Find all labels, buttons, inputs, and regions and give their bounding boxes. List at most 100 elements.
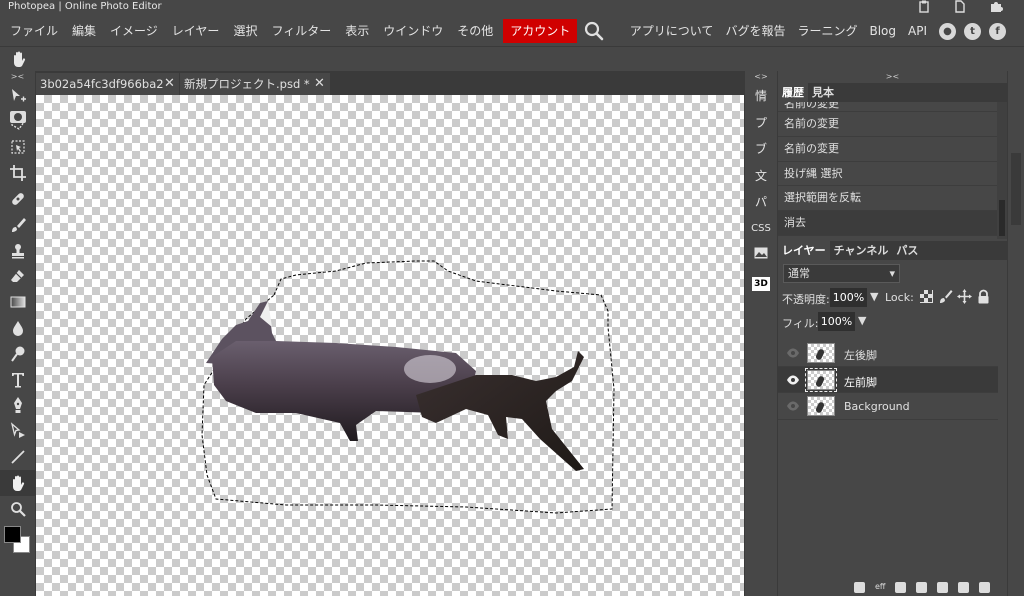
- menu-window[interactable]: ウインドウ: [376, 19, 450, 43]
- history-scrollbar[interactable]: [997, 102, 1007, 239]
- tab-channels[interactable]: チャンネル: [830, 241, 893, 260]
- line-tool[interactable]: [0, 444, 36, 470]
- lock-all-icon[interactable]: [976, 289, 991, 304]
- lock-position-icon[interactable]: [957, 289, 972, 304]
- eye-icon[interactable]: [786, 373, 800, 387]
- menu-view[interactable]: 表示: [338, 19, 376, 43]
- history-item[interactable]: 名前の変更: [778, 102, 1007, 112]
- account-button[interactable]: アカウント: [503, 19, 578, 43]
- menu-layer[interactable]: レイヤー: [165, 19, 227, 43]
- history-item-current[interactable]: 消去: [778, 211, 1007, 236]
- 3d-panel-button[interactable]: 3D: [745, 269, 777, 296]
- left-toolbar: ><: [0, 71, 36, 596]
- search-icon[interactable]: [583, 20, 605, 42]
- menu-learning[interactable]: ラーニング: [791, 19, 863, 43]
- properties-panel-button[interactable]: プ: [745, 110, 777, 137]
- info-panel-button[interactable]: 情: [745, 83, 777, 110]
- new-group-icon[interactable]: [937, 582, 949, 593]
- css-panel-button[interactable]: CSS: [745, 216, 777, 243]
- hand-tool[interactable]: [0, 469, 36, 496]
- opacity-dropdown-icon[interactable]: ▼: [870, 290, 878, 303]
- eraser-tool[interactable]: [0, 264, 36, 290]
- layer-row-active[interactable]: 左前脚: [778, 366, 998, 393]
- move-tool[interactable]: [0, 83, 36, 109]
- blur-tool[interactable]: [0, 315, 36, 341]
- opacity-input[interactable]: 100%: [830, 288, 867, 307]
- effects-button[interactable]: eff: [875, 582, 885, 593]
- bandage-icon: [12, 193, 24, 205]
- tab-document-1-close-icon[interactable]: ✕: [164, 73, 175, 95]
- fill-input[interactable]: 100%: [818, 312, 855, 331]
- new-layer-icon[interactable]: [958, 582, 970, 593]
- right-scrollbar-thumb[interactable]: [1011, 153, 1021, 225]
- menu-select[interactable]: 選択: [226, 19, 264, 43]
- menu-api[interactable]: API: [902, 19, 933, 43]
- canvas-area[interactable]: [36, 95, 744, 596]
- history-item[interactable]: 名前の変更: [778, 112, 1007, 137]
- tab-layers[interactable]: レイヤー: [778, 241, 830, 260]
- path-select-tool[interactable]: [0, 418, 36, 444]
- quick-select-tool[interactable]: [0, 135, 36, 161]
- menu-image[interactable]: イメージ: [103, 19, 165, 43]
- healing-tool[interactable]: [0, 186, 36, 212]
- fill-dropdown-icon[interactable]: ▼: [858, 314, 866, 327]
- quick-mask-button[interactable]: [10, 111, 26, 123]
- eye-icon[interactable]: [786, 346, 800, 360]
- menu-filter[interactable]: フィルター: [264, 19, 338, 43]
- minipanel-collapse[interactable]: <>: [745, 71, 777, 83]
- menu-report-bug[interactable]: バグを報告: [719, 19, 791, 43]
- delete-layer-icon[interactable]: [979, 582, 991, 593]
- pen-tool[interactable]: [0, 393, 36, 419]
- zoom-tool[interactable]: [0, 496, 36, 522]
- brush-panel-button[interactable]: ブ: [745, 136, 777, 163]
- add-mask-icon[interactable]: [916, 582, 928, 593]
- lock-transparency-icon[interactable]: [919, 289, 934, 304]
- eye-icon[interactable]: [786, 399, 800, 413]
- blend-mode-select[interactable]: 通常: [783, 264, 900, 283]
- menu-more[interactable]: その他: [450, 19, 500, 43]
- layer-name[interactable]: Background: [844, 400, 910, 413]
- twitter-icon[interactable]: t: [964, 22, 981, 40]
- crop-tool[interactable]: [0, 160, 36, 186]
- layer-name[interactable]: 左前脚: [844, 374, 877, 390]
- tab-document-2[interactable]: 新規プロジェクト.psd *: [180, 73, 330, 95]
- history-item[interactable]: 投げ縄 選択: [778, 162, 1007, 187]
- right-scrollbar[interactable]: [1007, 71, 1024, 596]
- puzzle-icon[interactable]: [990, 0, 1003, 13]
- stamp-tool[interactable]: [0, 238, 36, 264]
- tab-document-2-close-icon[interactable]: ✕: [314, 73, 325, 95]
- image-icon: [754, 247, 768, 259]
- brush-tool[interactable]: [0, 212, 36, 238]
- type-tool[interactable]: [0, 367, 36, 393]
- layer-row[interactable]: Background: [778, 393, 998, 420]
- reddit-icon[interactable]: ●: [939, 22, 956, 40]
- gradient-tool[interactable]: [0, 289, 36, 315]
- tab-paths[interactable]: パス: [892, 241, 922, 260]
- 3d-label: 3D: [752, 276, 770, 291]
- adjustment-layer-icon[interactable]: [895, 582, 907, 593]
- tab-history[interactable]: 履歴: [778, 83, 808, 102]
- menu-file[interactable]: ファイル: [3, 19, 65, 43]
- character-panel-button[interactable]: 文: [745, 163, 777, 190]
- tab-document-1-label: 3b02a54fc3df966ba2: [40, 77, 164, 91]
- document-icon[interactable]: [954, 0, 966, 13]
- lock-pixels-icon[interactable]: [938, 289, 953, 304]
- history-item[interactable]: 選択範囲を反転: [778, 186, 1007, 212]
- menu-blog[interactable]: Blog: [863, 19, 902, 43]
- dodge-tool[interactable]: [0, 341, 36, 367]
- image-panel-button[interactable]: [745, 242, 777, 269]
- paragraph-panel-button[interactable]: パ: [745, 189, 777, 216]
- tab-document-1[interactable]: 3b02a54fc3df966ba2: [36, 73, 179, 95]
- foreground-color[interactable]: [4, 525, 21, 543]
- clipboard-icon[interactable]: [918, 0, 930, 13]
- toolbar-collapse[interactable]: ><: [0, 71, 35, 83]
- facebook-icon[interactable]: f: [989, 22, 1006, 40]
- layer-name[interactable]: 左後脚: [844, 347, 877, 363]
- rightpanel-collapse[interactable]: ><: [778, 71, 1007, 83]
- tab-swatches[interactable]: 見本: [808, 83, 838, 102]
- history-item[interactable]: 名前の変更: [778, 137, 1007, 162]
- menu-about[interactable]: アプリについて: [624, 19, 720, 43]
- layer-row[interactable]: 左後脚: [778, 340, 998, 367]
- link-layers-icon[interactable]: [854, 582, 865, 593]
- menu-edit[interactable]: 編集: [65, 19, 103, 43]
